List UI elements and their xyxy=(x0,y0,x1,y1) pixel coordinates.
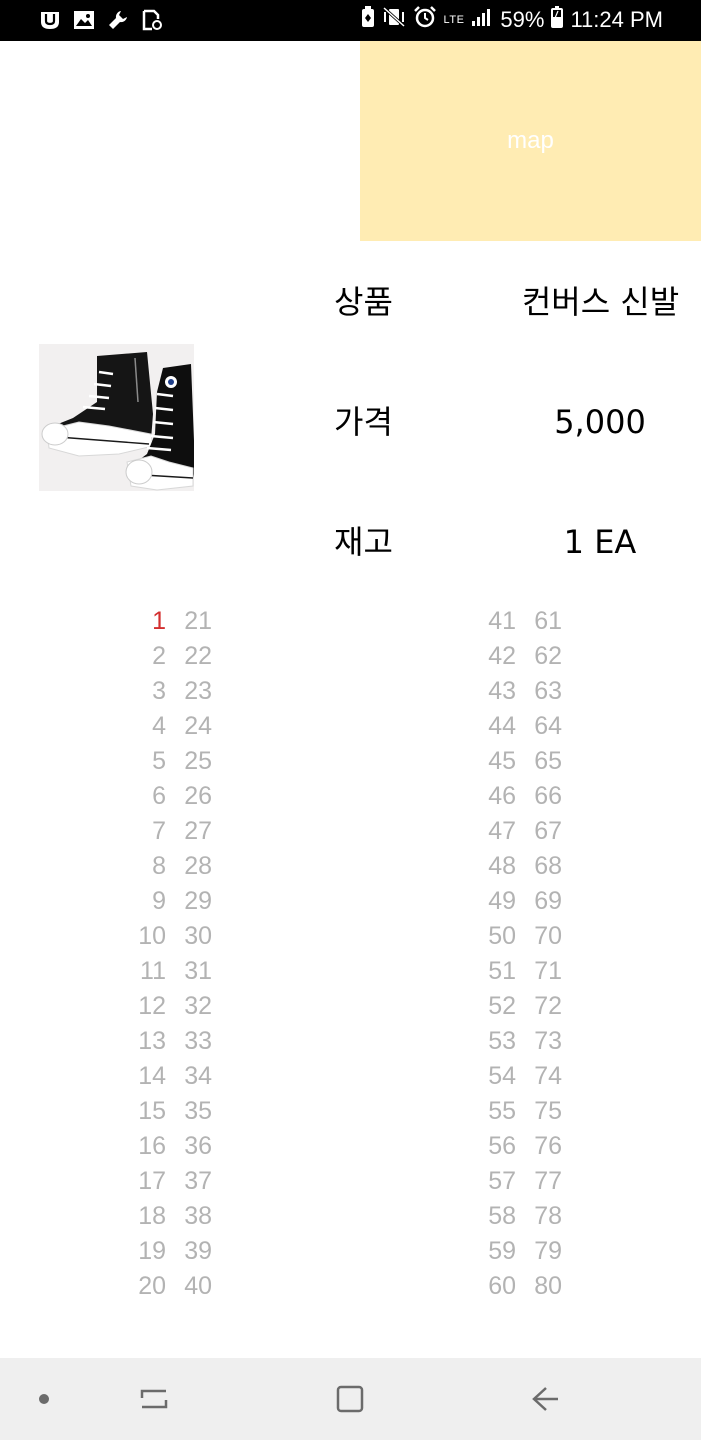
number-item[interactable]: 30 xyxy=(160,919,212,954)
number-item[interactable]: 6 xyxy=(112,779,166,814)
number-item[interactable]: 62 xyxy=(508,639,562,674)
number-item[interactable]: 32 xyxy=(160,989,212,1024)
number-item[interactable]: 74 xyxy=(508,1059,562,1094)
number-item[interactable]: 34 xyxy=(160,1059,212,1094)
wrench-icon xyxy=(106,9,130,31)
number-item[interactable]: 24 xyxy=(160,709,212,744)
number-item[interactable]: 63 xyxy=(508,674,562,709)
number-item[interactable]: 28 xyxy=(160,849,212,884)
lte-icon: LTE xyxy=(443,13,465,26)
number-item[interactable]: 36 xyxy=(160,1129,212,1164)
number-item[interactable]: 27 xyxy=(160,814,212,849)
number-list-column-1: 1 2 3 4 5 6 7 8 9 10 11 12 13 14 15 16 17 18 19 20 xyxy=(112,604,166,1304)
number-item[interactable]: 8 xyxy=(112,849,166,884)
status-bar: LTE 59% 11:24 PM xyxy=(0,0,701,41)
number-item[interactable]: 39 xyxy=(160,1234,212,1269)
number-item[interactable]: 70 xyxy=(508,919,562,954)
vibrate-mute-icon xyxy=(382,6,406,34)
number-item[interactable]: 80 xyxy=(508,1269,562,1304)
number-item[interactable]: 67 xyxy=(508,814,562,849)
number-item[interactable]: 2 xyxy=(112,639,166,674)
number-item[interactable]: 77 xyxy=(508,1164,562,1199)
number-item[interactable]: 19 xyxy=(112,1234,166,1269)
dot-icon[interactable] xyxy=(21,1376,67,1422)
stock-label: 재고 xyxy=(334,523,393,561)
number-item[interactable]: 78 xyxy=(508,1199,562,1234)
number-item[interactable]: 33 xyxy=(160,1024,212,1059)
product-image xyxy=(39,344,195,491)
number-item[interactable]: 66 xyxy=(508,779,562,814)
number-item[interactable]: 3 xyxy=(112,674,166,709)
number-item[interactable]: 37 xyxy=(160,1164,212,1199)
stock-value: 1 EA xyxy=(563,523,637,561)
number-item[interactable]: 10 xyxy=(112,919,166,954)
back-icon[interactable] xyxy=(522,1376,568,1422)
number-item[interactable]: 75 xyxy=(508,1094,562,1129)
status-bar-left-icons xyxy=(38,9,164,31)
status-bar-right-icons: LTE 59% 11:24 PM xyxy=(361,6,663,34)
number-item[interactable]: 29 xyxy=(160,884,212,919)
number-list-column-4: 61 62 63 64 65 66 67 68 69 70 71 72 73 74 75 76 77 78 79 80 xyxy=(508,604,562,1304)
price-value: 5,000 xyxy=(554,403,646,441)
number-item[interactable]: 18 xyxy=(112,1199,166,1234)
number-item[interactable]: 16 xyxy=(112,1129,166,1164)
number-item[interactable]: 14 xyxy=(112,1059,166,1094)
number-item[interactable]: 5 xyxy=(112,744,166,779)
device-status-icon xyxy=(140,9,164,31)
home-icon[interactable] xyxy=(327,1376,373,1422)
battery-saver-icon xyxy=(361,6,375,34)
number-item[interactable]: 65 xyxy=(508,744,562,779)
gallery-icon xyxy=(72,9,96,31)
battery-icon xyxy=(551,6,564,34)
number-item[interactable]: 35 xyxy=(160,1094,212,1129)
price-label: 가격 xyxy=(334,403,393,441)
number-item[interactable]: 69 xyxy=(508,884,562,919)
number-item[interactable]: 15 xyxy=(112,1094,166,1129)
number-item[interactable]: 68 xyxy=(508,849,562,884)
number-item[interactable]: 7 xyxy=(112,814,166,849)
product-name-value: 컨버스 신발 xyxy=(521,283,680,321)
number-item[interactable]: 26 xyxy=(160,779,212,814)
signal-icon xyxy=(471,7,493,33)
number-item[interactable]: 71 xyxy=(508,954,562,989)
number-item[interactable]: 13 xyxy=(112,1024,166,1059)
number-item[interactable]: 79 xyxy=(508,1234,562,1269)
number-item[interactable]: 17 xyxy=(112,1164,166,1199)
number-item[interactable]: 9 xyxy=(112,884,166,919)
number-item[interactable]: 31 xyxy=(160,954,212,989)
number-item[interactable]: 73 xyxy=(508,1024,562,1059)
map-view[interactable]: map xyxy=(360,41,701,241)
alarm-icon xyxy=(413,6,437,34)
number-item[interactable]: 76 xyxy=(508,1129,562,1164)
number-item[interactable]: 11 xyxy=(112,954,166,989)
number-item[interactable]: 1 xyxy=(112,604,166,639)
battery-percent: 59% xyxy=(500,7,545,32)
number-item[interactable]: 12 xyxy=(112,989,166,1024)
number-item[interactable]: 25 xyxy=(160,744,212,779)
recent-apps-icon[interactable] xyxy=(131,1376,177,1422)
number-item[interactable]: 4 xyxy=(112,709,166,744)
navigation-bar xyxy=(0,1358,701,1440)
number-item[interactable]: 20 xyxy=(112,1269,166,1304)
number-item[interactable]: 64 xyxy=(508,709,562,744)
map-label: map xyxy=(507,127,554,154)
number-item[interactable]: 21 xyxy=(160,604,212,639)
number-item[interactable]: 72 xyxy=(508,989,562,1024)
number-item[interactable]: 38 xyxy=(160,1199,212,1234)
product-name-label: 상품 xyxy=(334,283,393,321)
number-item[interactable]: 22 xyxy=(160,639,212,674)
status-time: 11:24 PM xyxy=(570,7,663,32)
u-logo-icon xyxy=(38,9,62,31)
number-item[interactable]: 40 xyxy=(160,1269,212,1304)
number-item[interactable]: 61 xyxy=(508,604,562,639)
number-item[interactable]: 23 xyxy=(160,674,212,709)
number-list-column-2: 21 22 23 24 25 26 27 28 29 30 31 32 33 34 35 36 37 38 39 40 xyxy=(160,604,212,1304)
